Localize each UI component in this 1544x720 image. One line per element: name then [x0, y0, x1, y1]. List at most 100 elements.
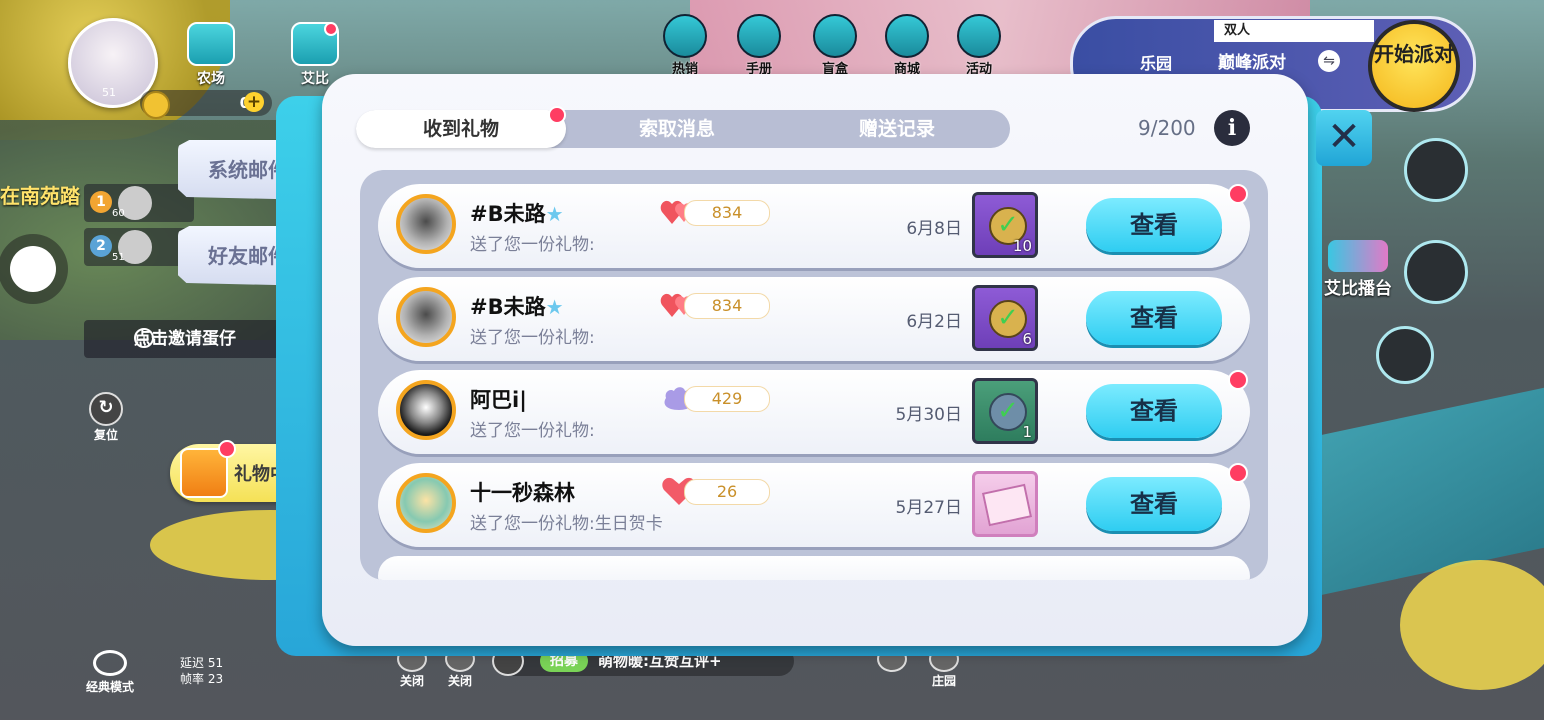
latency-label: 延迟 51	[180, 656, 224, 670]
member-level: 60	[112, 208, 125, 219]
shoe-icon[interactable]	[1404, 240, 1468, 304]
gift-message: 送了您一份礼物:	[470, 421, 595, 441]
sender-avatar[interactable]	[396, 194, 456, 254]
tab-gift-history[interactable]: 赠送记录	[792, 110, 1002, 148]
shop-button[interactable]: 商城	[882, 14, 932, 77]
shop-icon	[885, 14, 929, 58]
info-icon[interactable]: i	[1214, 110, 1250, 146]
gift-row	[378, 556, 1250, 580]
classic-mode-button[interactable]: 经典模式	[80, 650, 140, 695]
blind-box-icon	[813, 14, 857, 58]
unread-dot	[1228, 184, 1248, 204]
tab-request-messages[interactable]: 索取消息	[572, 110, 782, 148]
verified-star-icon: ★	[545, 202, 564, 226]
gift-message: 送了您一份礼物:	[470, 328, 595, 348]
gift-qty: 10	[1012, 237, 1032, 255]
gift-item[interactable]: ✓ 1	[972, 378, 1038, 444]
coin-value: 0	[200, 94, 250, 112]
view-button[interactable]: 查看	[1086, 291, 1222, 345]
party-mode: 双人	[1214, 20, 1374, 42]
park-label: 乐园	[1140, 54, 1173, 73]
notification-dot	[324, 22, 338, 36]
rank-badge: 1	[90, 191, 112, 213]
player-name: 在南苑踏	[0, 184, 80, 208]
view-button[interactable]: 查看	[1086, 477, 1222, 531]
view-button[interactable]: 查看	[1086, 384, 1222, 438]
classic-mode-label: 经典模式	[85, 680, 134, 694]
start-party-button[interactable]: 开始派对	[1368, 20, 1460, 112]
invite-button[interactable]: 点击邀请蛋仔	[84, 320, 280, 358]
popularity-value: 834	[684, 293, 770, 319]
coin-icon	[142, 91, 170, 119]
bg-scenery	[1400, 560, 1544, 690]
gift-count: 9/200	[1138, 116, 1196, 140]
unread-dot	[1228, 370, 1248, 390]
farm-button[interactable]: 农场	[180, 20, 242, 90]
gift-row: #B未路★ 送了您一份礼物: 834 6月2日 ✓ 6 查看	[378, 277, 1250, 361]
greeting-card-icon[interactable]	[972, 471, 1038, 537]
coin-balance: 0 +	[140, 90, 272, 119]
team-member[interactable]: 1 60	[84, 184, 194, 222]
sender-name: #B未路★	[470, 295, 564, 319]
box-icon[interactable]	[1404, 138, 1468, 202]
handbook-button[interactable]: 手册	[734, 14, 784, 77]
aibi-stage-icon	[1328, 240, 1388, 272]
gift-qty: 6	[1022, 330, 1032, 348]
tab-received-gifts[interactable]: 收到礼物	[356, 106, 566, 148]
gift-row: #B未路★ 送了您一份礼物: 834 6月8日 ✓ 10 查看	[378, 184, 1250, 268]
aibi-label: 艾比	[301, 71, 329, 87]
add-coin-button[interactable]: +	[244, 92, 264, 112]
gift-tabs: 收到礼物 索取消息 赠送记录	[356, 106, 1010, 148]
swap-mode-icon[interactable]: ⇋	[1318, 50, 1340, 72]
gift-qty: 1	[1022, 423, 1032, 441]
sender-avatar[interactable]	[396, 287, 456, 347]
aibi-stage-label: 艾比播台	[1324, 279, 1392, 299]
refresh-icon: ↻	[89, 392, 123, 426]
gift-date: 6月2日	[906, 312, 962, 332]
farm-label: 农场	[197, 71, 225, 87]
notification-dot	[548, 106, 566, 124]
sender-name: #B未路★	[470, 202, 564, 226]
gift-date: 5月27日	[895, 498, 962, 518]
sender-avatar[interactable]	[396, 473, 456, 533]
unread-dot	[1228, 463, 1248, 483]
gift-item[interactable]: ✓ 6	[972, 285, 1038, 351]
gift-item[interactable]: ✓ 10	[972, 192, 1038, 258]
view-button[interactable]: 查看	[1086, 198, 1222, 252]
joystick[interactable]	[10, 246, 56, 292]
gift-message: 送了您一份礼物:生日贺卡	[470, 514, 663, 534]
gift-message: 送了您一份礼物:	[470, 235, 595, 255]
aibi-stage-button[interactable]: 艾比播台	[1318, 240, 1398, 299]
sender-name: 阿巴i|	[470, 388, 527, 412]
popularity-value: 429	[684, 386, 770, 412]
hot-sale-button[interactable]: 热销	[660, 14, 710, 77]
plus-icon: +	[134, 328, 154, 348]
notification-dot	[218, 440, 236, 458]
blind-box-button[interactable]: 盲盒	[810, 14, 860, 77]
eye-icon	[93, 650, 127, 676]
team-member[interactable]: 2 51	[84, 228, 194, 266]
gift-list[interactable]: #B未路★ 送了您一份礼物: 834 6月8日 ✓ 10 查看 #B未路★ 送了…	[360, 170, 1268, 580]
emote-icon[interactable]	[1376, 326, 1434, 384]
close-button[interactable]: ✕	[1316, 110, 1372, 166]
tab-label: 索取消息	[638, 118, 715, 140]
tab-label: 收到礼物	[422, 118, 499, 140]
gift-row: 十一秒森林 送了您一份礼物:生日贺卡 26 5月27日 查看	[378, 463, 1250, 547]
reset-button[interactable]: ↻ 复位	[86, 392, 126, 443]
manor-label: 庄园	[931, 674, 956, 688]
player-level: 51	[102, 86, 116, 99]
handbook-icon	[737, 14, 781, 58]
party-name: 巅峰派对	[1218, 53, 1286, 73]
member-level: 51	[112, 252, 125, 263]
verified-star-icon: ★	[545, 295, 564, 319]
rank-badge: 2	[90, 235, 112, 257]
event-button[interactable]: 活动	[954, 14, 1004, 77]
fps-label: 帧率 23	[180, 672, 224, 686]
farm-icon	[187, 22, 235, 66]
sender-avatar[interactable]	[396, 380, 456, 440]
popularity-value: 26	[684, 479, 770, 505]
gift-date: 5月30日	[895, 405, 962, 425]
popularity-value: 834	[684, 200, 770, 226]
gift-date: 6月8日	[906, 219, 962, 239]
chat-toggle-label: 关闭	[447, 674, 472, 688]
